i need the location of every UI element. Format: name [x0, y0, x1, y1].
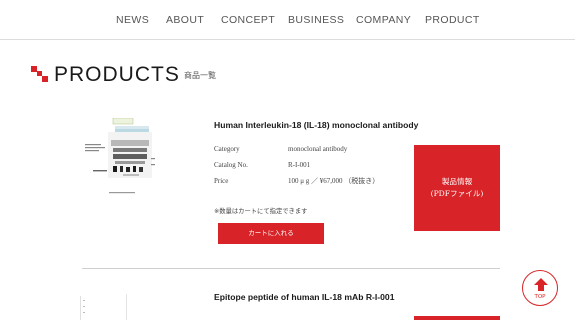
product-title[interactable]: Epitope peptide of human IL-18 mAb R-I-0… [214, 292, 394, 303]
product-spec-list: Category monoclonal antibody Catalog No.… [214, 145, 404, 193]
arrow-up-icon [534, 278, 548, 291]
spec-key: Category [214, 145, 240, 153]
spec-value: monoclonal antibody [288, 145, 348, 153]
product-divider [82, 268, 500, 269]
brand-mark-icon [31, 66, 48, 82]
nav-link-product[interactable]: PRODUCT [425, 14, 480, 26]
nav-link-about[interactable]: ABOUT [166, 14, 204, 26]
product-pdf-button[interactable] [414, 316, 500, 320]
back-to-top-button[interactable]: TOP [522, 270, 558, 306]
spec-key: Catalog No. [214, 161, 248, 169]
spec-key: Price [214, 177, 229, 185]
pdf-button-label-line2: (PDFファイル) [430, 189, 484, 198]
page-title: PRODUCTS [54, 63, 180, 86]
nav-link-company[interactable]: COMPANY [356, 14, 411, 26]
product-pdf-button[interactable]: 製品情報 (PDFファイル) [414, 145, 500, 231]
add-to-cart-button[interactable]: カートに入れる [218, 223, 324, 244]
top-navigation: NEWS ABOUT CONCEPT BUSINESS COMPANY PROD… [0, 0, 575, 40]
nav-link-concept[interactable]: CONCEPT [221, 14, 275, 26]
nav-link-news[interactable]: NEWS [116, 14, 149, 26]
quantity-note: ※数量はカートにて指定できます [214, 208, 308, 215]
product-image-western-blot[interactable] [83, 118, 158, 200]
spec-row-price: Price 100 μ g ／ ¥67,000 （税抜き） [214, 177, 404, 193]
pdf-button-label-line1: 製品情報 [441, 177, 473, 186]
product-title[interactable]: Human Interleukin-18 (IL-18) monoclonal … [214, 120, 418, 131]
spec-value: 100 μ g ／ ¥67,000 （税抜き） [288, 177, 380, 185]
back-to-top-label: TOP [534, 294, 546, 300]
page-subtitle: 商品一覧 [184, 71, 216, 80]
product-image[interactable] [80, 292, 130, 320]
spec-row-catalog: Catalog No. R-I-001 [214, 161, 404, 177]
spec-row-category: Category monoclonal antibody [214, 145, 404, 161]
spec-value: R-I-001 [288, 161, 311, 169]
nav-link-business[interactable]: BUSINESS [288, 14, 344, 26]
